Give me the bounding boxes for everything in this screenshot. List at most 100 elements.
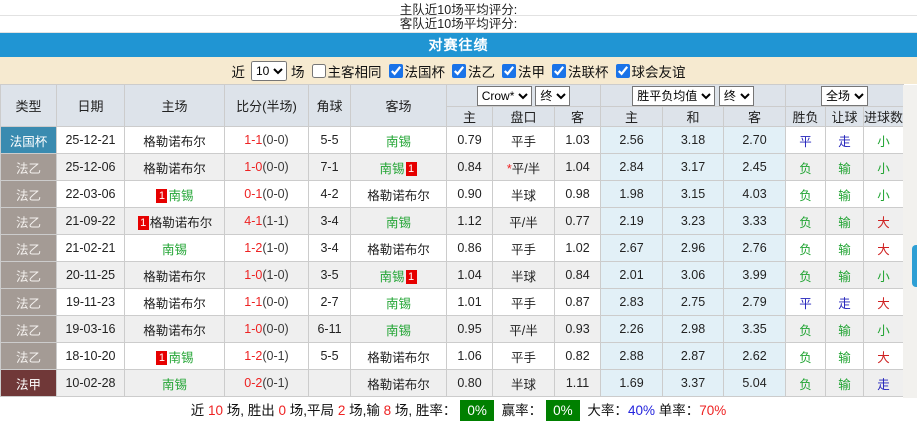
odds-state-select[interactable]: 终	[535, 85, 571, 106]
handicap-result-cell: 输	[825, 153, 865, 181]
home-team-cell: 1 南锡	[124, 342, 225, 370]
avg-type-select[interactable]: 胜平负均值	[632, 85, 716, 106]
team-name: 格勒诺布尔	[143, 161, 206, 176]
goals-result-cell: 走	[863, 369, 905, 397]
score-cell: 1-0(0-0)	[224, 315, 309, 343]
red-card-badge: 1	[156, 350, 168, 365]
odds-home-cell: 0.95	[446, 315, 493, 343]
summary-bar: 近 10 场, 胜出 0 场,平局 2 场,输 8 场, 胜率： 0% 赢率： 0%…	[0, 397, 917, 425]
odds-away-cell: 0.87	[553, 288, 602, 316]
avg-home-cell: 2.83	[600, 288, 664, 316]
summary-text: 场, 胜率：	[391, 403, 457, 418]
match-count-select[interactable]: 10	[251, 60, 287, 81]
avg-away-cell: 2.70	[723, 126, 787, 154]
subcol-odds-home: 主	[446, 106, 493, 127]
type-cell: 法乙	[0, 261, 57, 289]
odds-away-cell: 1.03	[553, 126, 602, 154]
away-team-cell: 格勒诺布尔	[350, 180, 447, 208]
goals-result-cell: 大	[863, 234, 905, 262]
competition-checkbox-ligue1[interactable]	[502, 63, 516, 78]
competition-label: 法甲	[518, 64, 545, 80]
corner-cell: 3-4	[308, 207, 351, 235]
col-header-corner: 角球	[308, 84, 351, 127]
handicap-result-cell: 输	[825, 342, 865, 370]
avg-draw-cell: 2.87	[662, 342, 725, 370]
scope-select[interactable]: 全场	[821, 85, 869, 106]
col-header-score: 比分(半场)	[224, 84, 309, 127]
team-name: 南锡	[385, 296, 411, 311]
rate-badge: 0%	[546, 400, 580, 421]
handicap-cell: 半球	[492, 261, 555, 289]
date-cell: 19-11-23	[56, 288, 125, 316]
team-name: 格勒诺布尔	[367, 188, 430, 203]
subcol-avg-draw: 和	[662, 106, 725, 127]
team-name: 格勒诺布尔	[367, 377, 430, 392]
avg-away-cell: 5.04	[723, 369, 787, 397]
red-card-badge: 1	[137, 215, 149, 230]
avg-home-cell: 2.84	[600, 153, 664, 181]
handicap-cell: 平手	[492, 126, 555, 154]
score-cell: 1-0(0-0)	[224, 153, 309, 181]
summary-text: 场,输	[345, 403, 384, 418]
goals-result-cell: 大	[863, 288, 905, 316]
handicap-cell: *平/半	[492, 153, 555, 181]
result-group-header: 全场	[785, 84, 905, 107]
col-header-date: 日期	[56, 84, 125, 127]
matches-label: 场	[291, 64, 305, 80]
away-team-cell: 南锡	[350, 288, 447, 316]
subcol-avg-home: 主	[600, 106, 664, 127]
avg-away-cell: 2.62	[723, 342, 787, 370]
goals-result-cell: 小	[863, 261, 905, 289]
outcome-cell: 负	[785, 234, 827, 262]
summary-text: 大率：	[583, 403, 628, 418]
table-row: 法国杯 25-12-21 格勒诺布尔 1-1(0-0) 5-5 南锡 0.79 平手 1.03 2…	[0, 126, 905, 154]
type-cell: 法乙	[0, 207, 57, 235]
date-cell: 18-10-20	[56, 342, 125, 370]
odds-away-cell: 0.98	[553, 180, 602, 208]
odds-source-select[interactable]: Crow*	[476, 85, 532, 106]
page-gutter	[903, 85, 917, 398]
red-card-badge: 1	[156, 188, 168, 203]
odds-home-cell: 1.01	[446, 288, 493, 316]
col-header-type: 类型	[0, 84, 57, 127]
away-team-cell: 南锡 1	[350, 261, 447, 289]
subcol-handicap-result: 让球	[825, 106, 865, 127]
col-header-away: 客场	[350, 84, 447, 127]
summary-text: 场, 胜出	[223, 403, 279, 418]
outcome-cell: 负	[785, 153, 827, 181]
odds-home-cell: 1.12	[446, 207, 493, 235]
same-venue-checkbox[interactable]	[311, 63, 326, 78]
handicap-result-cell: 输	[825, 369, 865, 397]
table-row: 法乙 19-03-16 格勒诺布尔 1-0(0-0) 6-11 南锡 0.95 平/半 0.93…	[0, 315, 905, 343]
avg-home-cell: 1.69	[600, 369, 664, 397]
avg-state-select[interactable]: 终	[718, 85, 754, 106]
avg-draw-cell: 3.18	[662, 126, 725, 154]
outcome-cell: 负	[785, 342, 827, 370]
avg-draw-cell: 3.06	[662, 261, 725, 289]
competition-checkbox-friendly[interactable]	[615, 63, 630, 78]
competition-checkbox-leaguecup[interactable]	[552, 63, 566, 78]
competition-checkbox-ligue2[interactable]	[452, 63, 466, 78]
handicap-cell: 平/半	[492, 315, 555, 343]
competition-checkbox-coupe[interactable]	[388, 63, 403, 78]
away-team-rating-label: 客队近10场平均评分:	[0, 16, 917, 33]
handicap-result-cell: 输	[825, 207, 865, 235]
outcome-cell: 负	[785, 261, 827, 289]
avg-away-cell: 3.35	[723, 315, 787, 343]
competition-label: 法联杯	[568, 64, 609, 80]
summary-text: 赢率：	[497, 403, 543, 418]
same-venue-label: 主客相同	[327, 64, 382, 80]
home-team-cell: 格勒诺布尔	[124, 153, 225, 181]
avg-home-cell: 1.98	[600, 180, 664, 208]
table-row: 法乙 21-02-21 南锡 1-2(1-0) 3-4 格勒诺布尔 0.86 平手 1.02 2.…	[0, 234, 905, 262]
home-team-cell: 格勒诺布尔	[124, 126, 225, 154]
subcol-goals: 进球数	[863, 106, 905, 127]
red-card-badge: 1	[405, 269, 417, 284]
table-row: 法乙 18-10-20 1 南锡 1-2(0-1) 5-5 格勒诺布尔 1.06 平手 0.82 2…	[0, 342, 905, 370]
type-cell: 法乙	[0, 153, 57, 181]
odds-home-cell: 1.04	[446, 261, 493, 289]
side-scroll-widget[interactable]	[912, 245, 917, 287]
avg-home-cell: 2.19	[600, 207, 664, 235]
goals-result-cell: 大	[863, 207, 905, 235]
summary-text: 场,平局	[286, 403, 338, 418]
